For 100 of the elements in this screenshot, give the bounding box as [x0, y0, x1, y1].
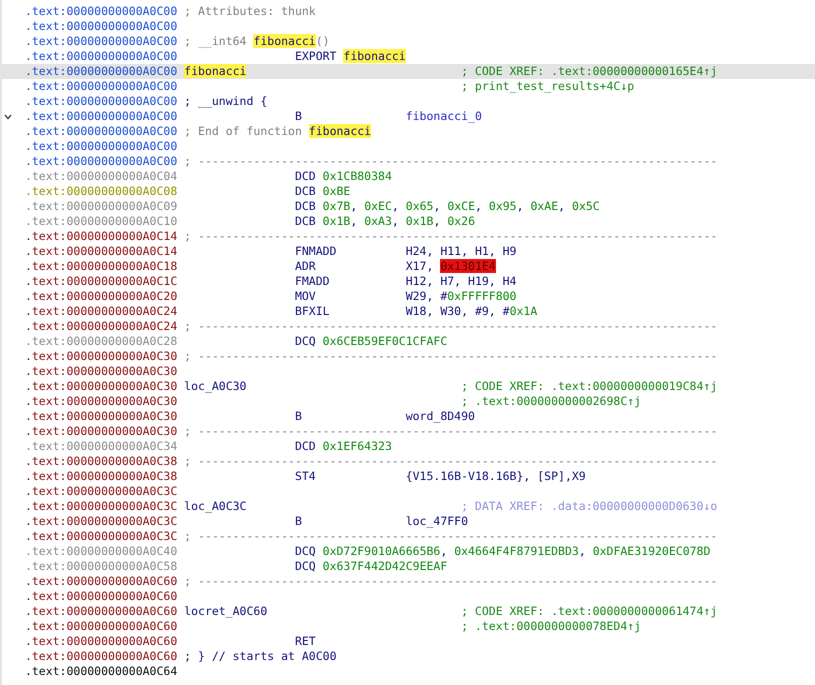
listing-line[interactable]: .text:00000000000A0C30 loc_A0C30 ; CODE XREF: .text:0000000000019C84↑j [2, 379, 815, 394]
mnemonic-text: ST4 [294, 469, 316, 483]
label-text[interactable]: loc_A0C30 [184, 379, 246, 393]
operand-text[interactable]: word_8D490 [406, 409, 475, 423]
mnemonic-text: BFXIL [294, 304, 330, 318]
listing-line[interactable]: .text:00000000000A0C3C loc_A0C3C ; DATA XREF: .data:00000000000D0630↓o [2, 499, 815, 514]
directive-text: DCB 0x1B, 0xA3, 0x1B, 0x26 [294, 214, 476, 228]
label-text[interactable]: loc_A0C3C [184, 499, 246, 513]
listing-line[interactable]: .text:00000000000A0C28 DCQ 0x6CEB59EF0C1CFAFC [2, 334, 815, 349]
comment-text: ; --------------------------------------------------------------------------- [184, 424, 718, 438]
listing-line[interactable]: .text:00000000000A0C09 DCB 0x7B, 0xEC, 0x65, 0xCE, 0x95, 0xAE, 0x5C [2, 199, 815, 214]
listing-line[interactable]: .text:00000000000A0C18 ADR X17, 0x1301E4 [2, 259, 815, 274]
comment-text: ; --------------------------------------------------------------------------- [184, 229, 718, 243]
address-text: .text:00000000000A0C00 [24, 49, 178, 64]
address-text: .text:00000000000A0C20 [24, 289, 178, 304]
xref-comment[interactable]: ; CODE XREF: .text:0000000000019C84↑j [461, 379, 718, 393]
listing-line[interactable]: .text:00000000000A0C3C ; --------------------------------------------------------------------------- [2, 529, 815, 544]
mnemonic-text: B [294, 409, 302, 423]
label-text[interactable]: locret_A0C60 [184, 604, 268, 618]
listing-line[interactable]: .text:00000000000A0C64 [2, 664, 815, 679]
listing-line[interactable]: .text:00000000000A0C60 RET [2, 634, 815, 649]
address-text: .text:00000000000A0C10 [24, 214, 178, 229]
listing-line[interactable]: .text:00000000000A0C00 EXPORT fibonacci [2, 49, 815, 64]
address-text: .text:00000000000A0C60 [24, 649, 178, 664]
listing-line[interactable]: .text:00000000000A0C00 ; End of function fibonacci [2, 124, 815, 139]
address-text: .text:00000000000A0C60 [24, 589, 178, 604]
listing-line[interactable]: .text:00000000000A0C60 locret_A0C60 ; CODE XREF: .text:0000000000061474↑j [2, 604, 815, 619]
directive-text: DCB 0x7B, 0xEC, 0x65, 0xCE, 0x95, 0xAE, 0x5C [294, 199, 600, 213]
listing-line[interactable]: .text:00000000000A0C60 ; } // starts at A0C00 [2, 649, 815, 664]
operand-text[interactable]: {V15.16B-V18.16B}, [SP],X9 [406, 469, 586, 483]
listing-line[interactable]: .text:00000000000A0C24 BFXIL W18, W30, #9, #0x1A [2, 304, 815, 319]
listing-line[interactable]: .text:00000000000A0C58 DCQ 0x637F442D42C9EEAF [2, 559, 815, 574]
address-text: .text:00000000000A0C00 [24, 34, 178, 49]
listing-line[interactable]: .text:00000000000A0C00 [2, 139, 815, 154]
operand-text[interactable]: H24, H11, H1, H9 [406, 244, 516, 258]
operand-text[interactable]: loc_47FF0 [406, 514, 468, 528]
operand-text[interactable]: H12, H7, H19, H4 [406, 274, 516, 288]
mnemonic-text: B [294, 109, 302, 123]
listing-line[interactable]: .text:00000000000A0C60 ; .text:0000000000078ED4↑j [2, 619, 815, 634]
chevron-down-icon[interactable] [4, 114, 12, 120]
address-text: .text:00000000000A0C18 [24, 259, 178, 274]
listing-line[interactable]: .text:00000000000A0C3C B loc_47FF0 [2, 514, 815, 529]
listing-line[interactable]: .text:00000000000A0C00 [2, 19, 815, 34]
listing-line[interactable]: .text:00000000000A0C30 [2, 364, 815, 379]
listing-line[interactable]: .text:00000000000A0C60 ; --------------------------------------------------------------------------- [2, 574, 815, 589]
address-text: .text:00000000000A0C00 [24, 139, 178, 154]
listing-line[interactable]: .text:00000000000A0C40 DCQ 0xD72F9010A6665B6, 0x4664F4F8791EDBD3, 0xDFAE31920EC078D [2, 544, 815, 559]
address-text: .text:00000000000A0C00 [24, 19, 178, 34]
listing-line[interactable]: .text:00000000000A0C10 DCB 0x1B, 0xA3, 0x1B, 0x26 [2, 214, 815, 229]
listing-line[interactable]: .text:00000000000A0C38 ; --------------------------------------------------------------------------- [2, 454, 815, 469]
listing-line[interactable]: .text:00000000000A0C24 ; --------------------------------------------------------------------------- [2, 319, 815, 334]
listing-line[interactable]: .text:00000000000A0C34 DCD 0x1EF64323 [2, 439, 815, 454]
address-text: .text:00000000000A0C14 [24, 229, 178, 244]
listing-line[interactable]: .text:00000000000A0C30 ; --------------------------------------------------------------------------- [2, 349, 815, 364]
address-text: .text:00000000000A0C38 [24, 469, 178, 484]
listing-line[interactable]: .text:00000000000A0C00 ; print_test_results+4C↓p [2, 79, 815, 94]
mnemonic-text: FMADD [294, 274, 330, 288]
operand-text[interactable]: fibonacci_0 [406, 109, 482, 123]
address-text: .text:00000000000A0C30 [24, 424, 178, 439]
directive-text: DCQ 0x637F442D42C9EEAF [294, 559, 448, 573]
xref-comment[interactable]: ; CODE XREF: .text:0000000000061474↑j [461, 604, 718, 618]
xref-comment[interactable]: ; .text:0000000000078ED4↑j [461, 619, 642, 633]
listing-line[interactable]: .text:00000000000A0C30 ; --------------------------------------------------------------------------- [2, 424, 815, 439]
listing-line[interactable]: .text:00000000000A0C20 MOV W29, #0xFFFFF800 [2, 289, 815, 304]
listing-line[interactable]: .text:00000000000A0C00 ; __int64 fibonacci() [2, 34, 815, 49]
operand-text[interactable]: W18, W30, #9, #0x1A [406, 304, 538, 318]
directive-text: DCQ 0xD72F9010A6665B6, 0x4664F4F8791EDBD3, 0xDFAE31920EC078D [294, 544, 710, 558]
listing-line[interactable]: .text:00000000000A0C3C [2, 484, 815, 499]
listing-line[interactable]: .text:00000000000A0C30 ; .text:000000000002698C↑j [2, 394, 815, 409]
listing-line[interactable]: .text:00000000000A0C04 DCD 0x1CB80384 [2, 169, 815, 184]
comment-text: ; __unwind { [184, 94, 268, 108]
listing-line[interactable]: .text:00000000000A0C14 ; --------------------------------------------------------------------------- [2, 229, 815, 244]
listing-line[interactable]: .text:00000000000A0C14 FNMADD H24, H11, H1, H9 [2, 244, 815, 259]
xref-comment[interactable]: ; print_test_results+4C↓p [461, 79, 634, 93]
listing-line[interactable]: .text:00000000000A0C00 B fibonacci_0 [2, 109, 815, 124]
listing-line[interactable]: .text:00000000000A0C00 ; __unwind { [2, 94, 815, 109]
address-text: .text:00000000000A0C00 [24, 94, 178, 109]
address-text: .text:00000000000A0C00 [24, 4, 178, 19]
address-text: .text:00000000000A0C30 [24, 364, 178, 379]
label-text[interactable]: fibonacci [184, 64, 246, 78]
comment-text: ; --------------------------------------------------------------------------- [184, 574, 718, 588]
listing-line[interactable]: .text:00000000000A0C60 [2, 589, 815, 604]
address-text: .text:00000000000A0C3C [24, 484, 178, 499]
mnemonic-text: MOV [294, 289, 316, 303]
listing-line[interactable]: .text:00000000000A0C08 DCB 0xBE [2, 184, 815, 199]
address-text: .text:00000000000A0C1C [24, 274, 178, 289]
operand-text[interactable]: W29, #0xFFFFF800 [406, 289, 516, 303]
listing-line[interactable]: .text:00000000000A0C30 B word_8D490 [2, 409, 815, 424]
address-text: .text:00000000000A0C64 [24, 664, 178, 679]
listing-line[interactable]: .text:00000000000A0C00 ; --------------------------------------------------------------------------- [2, 154, 815, 169]
comment-text: ; --------------------------------------------------------------------------- [184, 349, 718, 363]
listing-line[interactable]: .text:00000000000A0C38 ST4 {V15.16B-V18.16B}, [SP],X9 [2, 469, 815, 484]
address-text: .text:00000000000A0C30 [24, 409, 178, 424]
address-text: .text:00000000000A0C60 [24, 619, 178, 634]
xref-comment[interactable]: ; .text:000000000002698C↑j [461, 394, 642, 408]
address-text: .text:00000000000A0C58 [24, 559, 178, 574]
listing-line[interactable]: .text:00000000000A0C00 ; Attributes: thunk [2, 4, 815, 19]
address-text: .text:00000000000A0C60 [24, 604, 178, 619]
address-text: .text:00000000000A0C08 [24, 184, 178, 199]
listing-line[interactable]: .text:00000000000A0C1C FMADD H12, H7, H19, H4 [2, 274, 815, 289]
